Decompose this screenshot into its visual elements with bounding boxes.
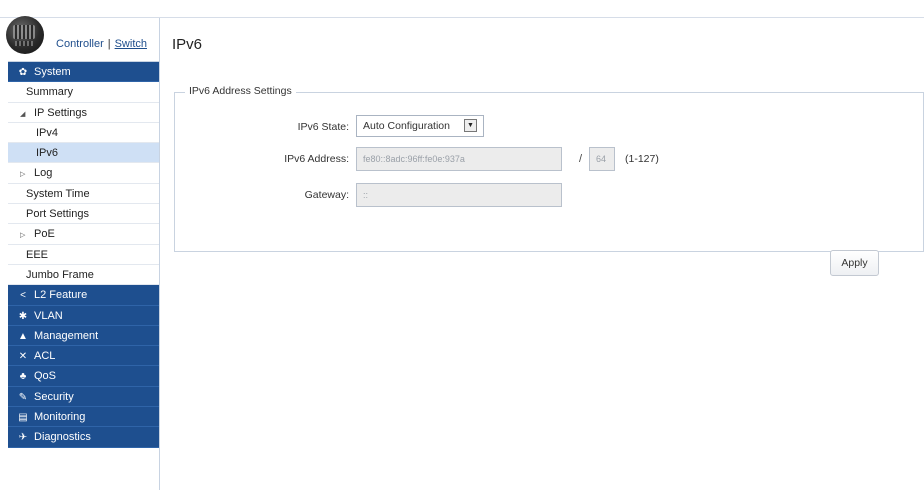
- sidebar-item-label: Diagnostics: [34, 431, 91, 444]
- caret-right-icon: ▷: [20, 232, 26, 240]
- gateway-row: Gateway: ::: [175, 183, 923, 209]
- sidebar-item-management[interactable]: ▲ Management: [8, 325, 159, 347]
- sidebar-item-label: System Time: [26, 187, 90, 200]
- sidebar-item-l2-feature[interactable]: < L2 Feature: [8, 285, 159, 306]
- caret-down-icon: ◢: [20, 110, 26, 118]
- sidebar-item-ipv4[interactable]: IPv4: [8, 123, 159, 144]
- sidebar-item-poe[interactable]: ▷ PoE: [8, 224, 159, 245]
- sidebar-item-eee[interactable]: EEE: [8, 245, 159, 265]
- sidebar-item-port-settings[interactable]: Port Settings: [8, 204, 159, 225]
- ipv6-address-label: IPv6 Address:: [284, 153, 349, 165]
- sidebar-item-label: Summary: [26, 86, 74, 99]
- sidebar-nav: ✿ System Summary ◢ IP Settings IPv4 IPv6 ▷ Log Sy…: [8, 62, 159, 448]
- sidebar-item-label: System: [34, 66, 71, 78]
- sidebar-item-qos[interactable]: ♣ QoS: [8, 366, 159, 387]
- sidebar-header: Controller | Switch: [6, 16, 159, 62]
- sitemap-icon: ♣: [19, 371, 27, 383]
- sidebar-item-label: Jumbo Frame: [26, 268, 94, 281]
- sidebar-item-summary[interactable]: Summary: [8, 82, 159, 103]
- main-content: IPv6 IPv6 Address Settings IPv6 State: A…: [160, 18, 924, 490]
- shuffle-icon: ✕: [18, 351, 28, 363]
- tools-icon: ✈: [18, 432, 28, 444]
- sidebar: Controller | Switch ✿ System Summary ◢ IP Sett…: [6, 16, 160, 490]
- sidebar-item-system[interactable]: ✿ System: [8, 62, 159, 83]
- sidebar-item-label: IPv4: [36, 126, 59, 139]
- ipv6-state-label: IPv6 State:: [297, 121, 349, 133]
- prefix-separator: /: [579, 153, 583, 165]
- prefix-length-input[interactable]: 64: [589, 147, 615, 171]
- network-icon: ✱: [18, 310, 28, 322]
- sidebar-item-label: IP Settings: [34, 106, 87, 119]
- prefix-range-hint: (1-127): [625, 153, 659, 165]
- ipv6-address-input[interactable]: fe80::8adc:96ff:fe0e:937a: [356, 147, 562, 171]
- ipv6-state-row: IPv6 State: Auto Configuration ▼: [175, 115, 923, 141]
- sidebar-item-label: QoS: [34, 370, 57, 383]
- sidebar-item-system-time[interactable]: System Time: [8, 184, 159, 205]
- ipv6-state-value: Auto Configuration: [363, 120, 450, 132]
- mode-separator: |: [107, 38, 111, 50]
- sidebar-item-label: Management: [34, 329, 99, 342]
- server-icon: ▤: [18, 412, 28, 424]
- share-icon: <: [20, 290, 26, 302]
- sidebar-item-log[interactable]: ▷ Log: [8, 163, 159, 184]
- gateway-input[interactable]: ::: [356, 183, 562, 207]
- sidebar-item-diagnostics[interactable]: ✈ Diagnostics: [8, 427, 159, 448]
- ipv6-settings-section: IPv6 Address Settings IPv6 State: Auto C…: [174, 85, 924, 252]
- device-logo: [6, 16, 44, 54]
- sidebar-item-label: IPv6: [36, 147, 59, 160]
- section-title: IPv6 Address Settings: [185, 85, 296, 97]
- sidebar-item-jumbo-frame[interactable]: Jumbo Frame: [8, 265, 159, 286]
- switch-mode-link[interactable]: Switch: [115, 38, 147, 50]
- gateway-label: Gateway:: [304, 189, 349, 201]
- sidebar-item-monitoring[interactable]: ▤ Monitoring: [8, 407, 159, 428]
- sidebar-item-vlan[interactable]: ✱ VLAN: [8, 305, 159, 326]
- sidebar-item-label: L2 Feature: [34, 289, 88, 302]
- sidebar-item-label: Monitoring: [34, 411, 86, 424]
- sidebar-item-ipv6[interactable]: IPv6: [8, 143, 159, 164]
- sidebar-item-label: ACL: [34, 350, 56, 363]
- page-title: IPv6: [172, 36, 203, 53]
- sidebar-item-acl[interactable]: ✕ ACL: [8, 346, 159, 367]
- sidebar-item-label: EEE: [26, 248, 49, 261]
- sidebar-item-label: Port Settings: [26, 208, 89, 221]
- sidebar-item-label: Log: [34, 167, 53, 180]
- ipv6-state-select[interactable]: Auto Configuration ▼: [356, 115, 484, 137]
- gear-icon: ✿: [18, 67, 28, 78]
- chevron-down-icon[interactable]: ▼: [464, 119, 477, 132]
- top-bar: [0, 0, 924, 18]
- sidebar-item-label: PoE: [34, 228, 55, 241]
- apply-button[interactable]: Apply: [830, 250, 879, 276]
- sidebar-item-security[interactable]: ✎ Security: [8, 386, 159, 408]
- sidebar-item-label: Security: [34, 390, 74, 403]
- sidebar-item-label: VLAN: [34, 309, 63, 322]
- user-icon: ▲: [18, 330, 28, 342]
- key-icon: ✎: [18, 391, 28, 403]
- controller-mode-link[interactable]: Controller: [56, 38, 104, 50]
- sidebar-item-ip-settings[interactable]: ◢ IP Settings: [8, 103, 159, 123]
- ipv6-address-row: IPv6 Address: fe80::8adc:96ff:fe0e:937a …: [175, 147, 923, 173]
- caret-right-icon: ▷: [20, 171, 26, 179]
- mode-switch: Controller | Switch: [56, 38, 147, 50]
